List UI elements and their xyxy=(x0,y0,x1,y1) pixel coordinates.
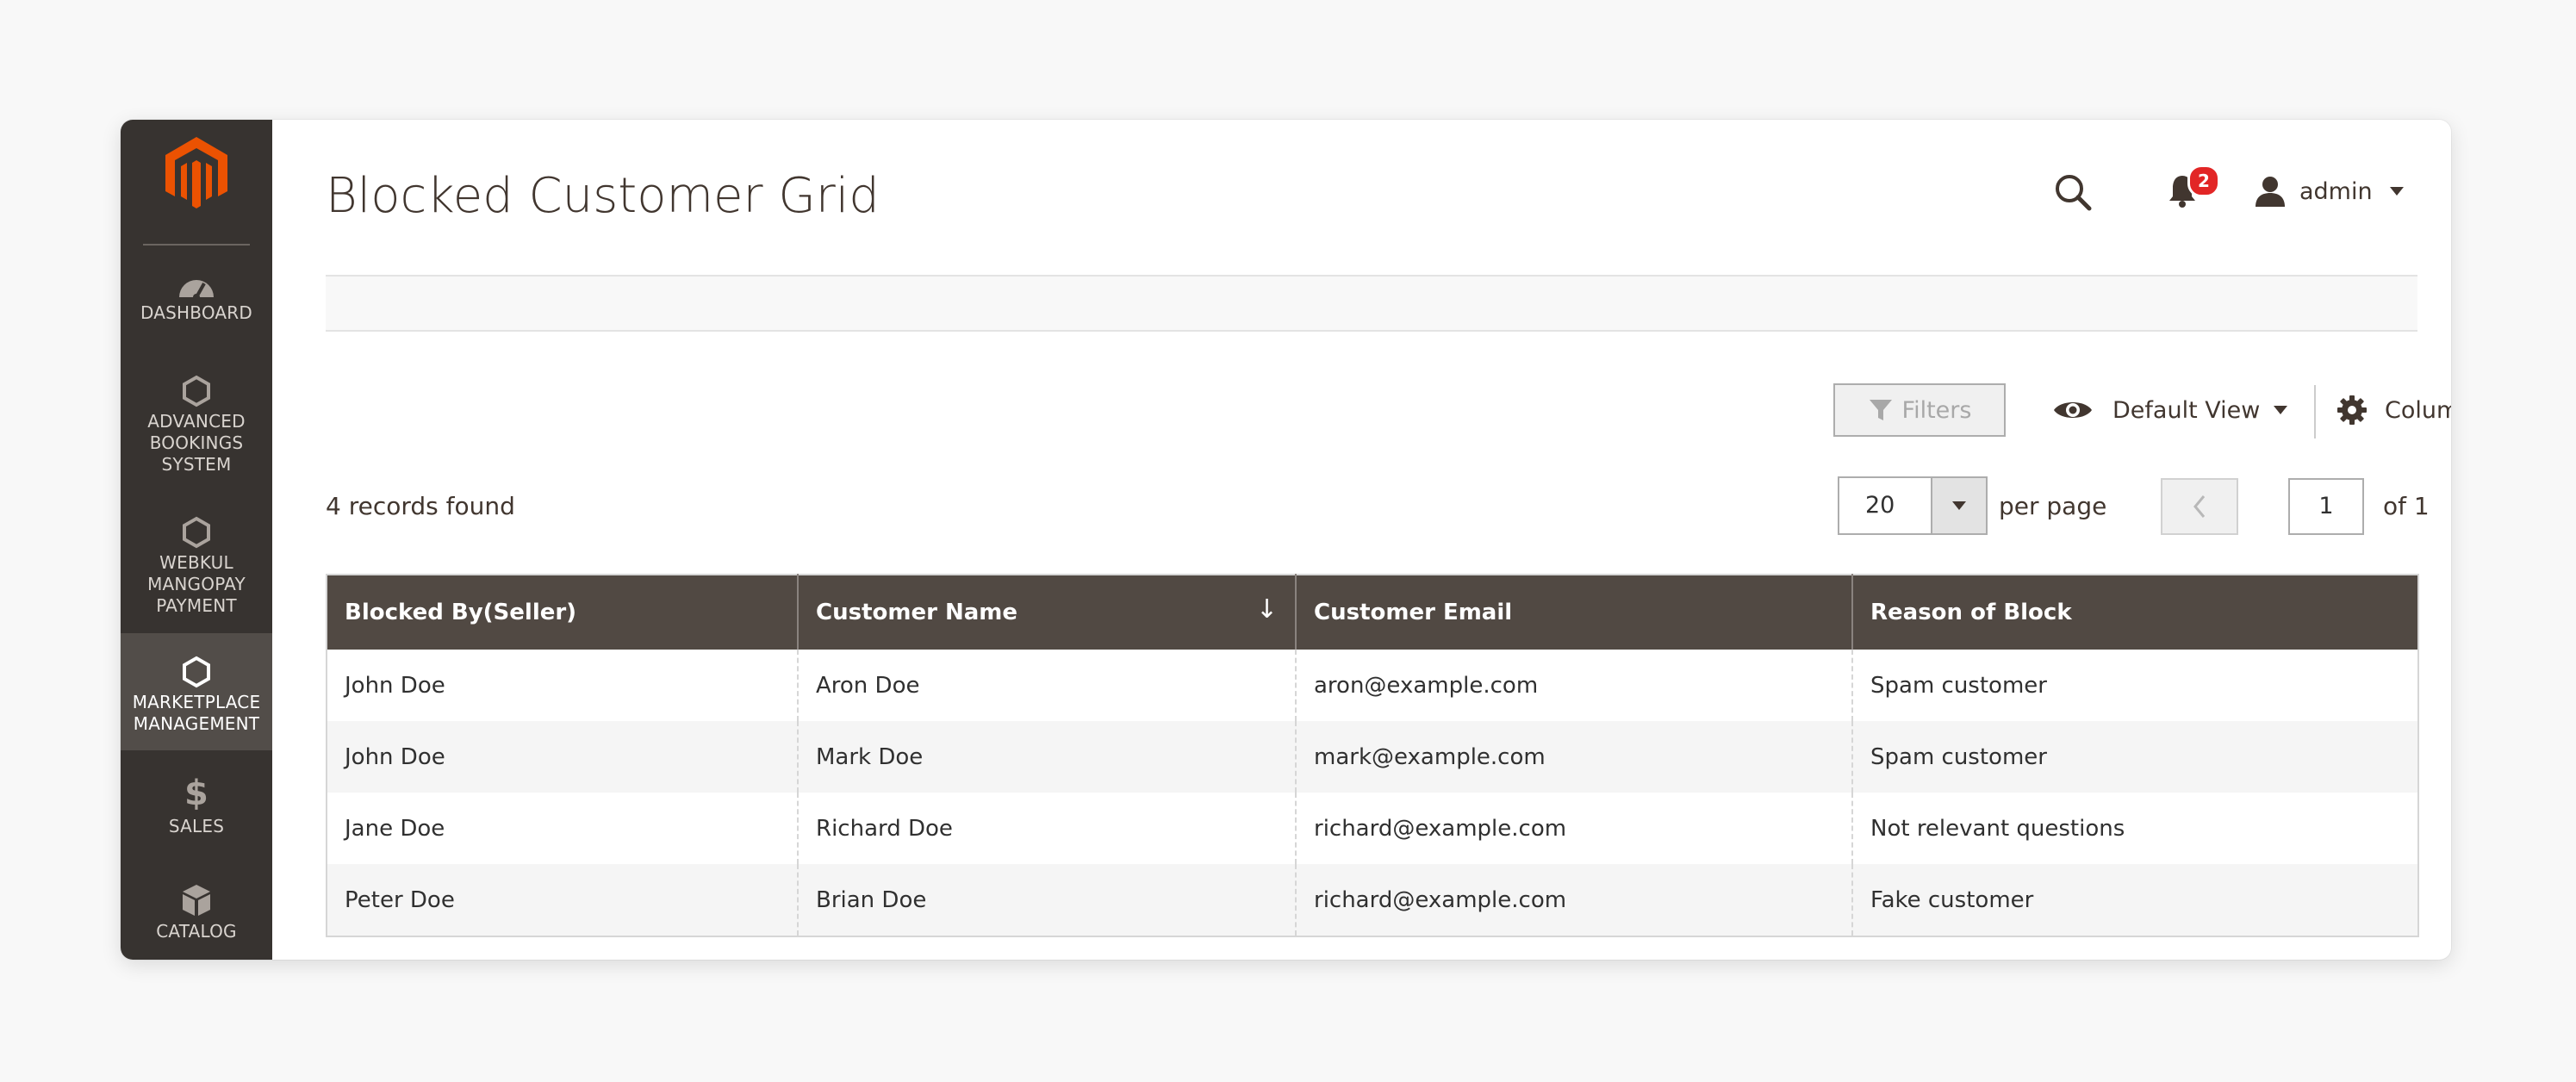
hexagon-icon xyxy=(183,375,210,407)
table-cell: Fake customer xyxy=(1851,864,2418,936)
table-cell: Mark Doe xyxy=(797,721,1296,793)
table-cell: Not relevant questions xyxy=(1851,793,2418,864)
table-row[interactable]: Peter Doe Brian Doe richard@example.com … xyxy=(327,864,2418,936)
dollar-icon: $ xyxy=(184,774,209,813)
chevron-down-icon xyxy=(1952,501,1966,510)
records-found: 4 records found xyxy=(326,492,515,520)
column-header-customer-email[interactable]: Customer Email xyxy=(1295,575,1852,650)
sidebar-item-catalog[interactable]: Catalog xyxy=(121,883,272,960)
default-view-button[interactable]: Default View xyxy=(2052,390,2288,430)
sidebar-item-sales[interactable]: $ Sales xyxy=(121,774,272,852)
sidebar-item-webkul-mangopay[interactable]: Webkul Mangopay Payment xyxy=(121,516,272,637)
column-header-label: Customer Name xyxy=(816,600,1017,625)
sidebar-item-advanced-bookings[interactable]: Advanced Bookings System xyxy=(121,375,272,495)
sidebar-item-marketplace-management[interactable]: Marketplace Management xyxy=(121,633,272,750)
eye-icon xyxy=(2054,402,2092,418)
user-menu[interactable]: admin xyxy=(2253,174,2404,208)
filters-button[interactable]: Filters xyxy=(1833,383,2006,437)
dashboard-icon xyxy=(179,280,214,299)
table-cell: Brian Doe xyxy=(797,864,1296,936)
page-count: of 1 xyxy=(2383,492,2430,520)
table-cell: Aron Doe xyxy=(797,650,1296,721)
toolbar-divider xyxy=(2314,385,2316,438)
filter-icon xyxy=(1869,400,1892,420)
table-cell: aron@example.com xyxy=(1295,650,1852,721)
table-cell: John Doe xyxy=(327,721,798,793)
previous-page-button[interactable] xyxy=(2161,478,2238,535)
table-cell: Spam customer xyxy=(1851,721,2418,793)
column-header-blocked-by[interactable]: Blocked By(Seller) xyxy=(327,575,798,650)
default-view-label: Default View xyxy=(2112,396,2261,424)
table-row[interactable]: John Doe Mark Doe mark@example.com Spam … xyxy=(327,721,2418,793)
sidebar-item-dashboard[interactable]: Dashboard xyxy=(121,271,272,349)
logo-divider xyxy=(143,244,250,246)
sidebar-item-label: Catalog xyxy=(156,921,237,942)
column-header-label: Reason of Block xyxy=(1870,600,2072,625)
sidebar-item-label: Marketplace Management xyxy=(132,692,261,734)
table-cell: Spam customer xyxy=(1851,650,2418,721)
sidebar-item-label: Sales xyxy=(168,816,225,836)
per-page-value: 20 xyxy=(1865,492,1895,519)
table-cell: Peter Doe xyxy=(327,864,798,936)
table-row[interactable]: John Doe Aron Doe aron@example.com Spam … xyxy=(327,650,2418,721)
magento-logo-icon[interactable] xyxy=(164,135,229,209)
columns-button[interactable]: Columns xyxy=(2336,390,2451,430)
column-header-label: Blocked By(Seller) xyxy=(345,600,577,625)
gear-icon xyxy=(2337,395,2367,425)
filters-label: Filters xyxy=(1901,396,1972,424)
table-cell: richard@example.com xyxy=(1295,793,1852,864)
admin-sidebar: Dashboard Advanced Bookings System Webku… xyxy=(121,120,272,960)
user-name: admin xyxy=(2299,177,2373,205)
page-actions-strip xyxy=(326,275,2417,332)
main-content: Blocked Customer Grid 2 admin Filters De… xyxy=(272,120,2451,960)
table-cell: Jane Doe xyxy=(345,815,445,842)
column-header-customer-name[interactable]: Customer Name ↓ xyxy=(797,575,1296,650)
sort-arrow-icon: ↓ xyxy=(1255,594,1278,625)
box-icon xyxy=(183,885,210,916)
admin-window: Dashboard Advanced Bookings System Webku… xyxy=(121,120,2451,960)
hexagon-icon xyxy=(183,656,210,688)
table-cell: richard@example.com xyxy=(1295,864,1852,936)
page-title: Blocked Customer Grid xyxy=(326,168,880,224)
column-header-label: Customer Email xyxy=(1314,600,1513,625)
column-header-reason[interactable]: Reason of Block xyxy=(1851,575,2418,650)
blocked-customer-table: Blocked By(Seller) Customer Name ↓ Custom… xyxy=(326,574,2419,937)
notification-badge[interactable]: 2 xyxy=(2187,165,2220,197)
table-cell: John Doe xyxy=(345,672,445,699)
current-page-input[interactable]: 1 xyxy=(2288,478,2364,535)
per-page-toggle[interactable] xyxy=(1931,478,1986,533)
table-header-row: Blocked By(Seller) Customer Name ↓ Custom… xyxy=(327,575,2418,650)
hexagon-icon xyxy=(183,516,210,549)
table-cell: Richard Doe xyxy=(797,793,1296,864)
per-page-label: per page xyxy=(1999,492,2107,520)
sidebar-item-label: Dashboard xyxy=(140,302,252,323)
chevron-left-icon xyxy=(2193,495,2206,518)
user-icon xyxy=(2256,177,2285,207)
columns-label: Columns xyxy=(2385,396,2451,424)
chevron-down-icon xyxy=(2389,187,2404,196)
per-page-select[interactable]: 20 xyxy=(1838,476,1988,535)
sidebar-item-label: Webkul Mangopay Payment xyxy=(147,552,246,616)
table-row[interactable]: Jane Doe Richard Doe richard@example.com… xyxy=(327,793,2418,864)
sidebar-item-label: Advanced Bookings System xyxy=(147,411,246,475)
chevron-down-icon xyxy=(2274,406,2288,414)
table-cell: mark@example.com xyxy=(1295,721,1852,793)
search-icon[interactable] xyxy=(2053,172,2093,212)
